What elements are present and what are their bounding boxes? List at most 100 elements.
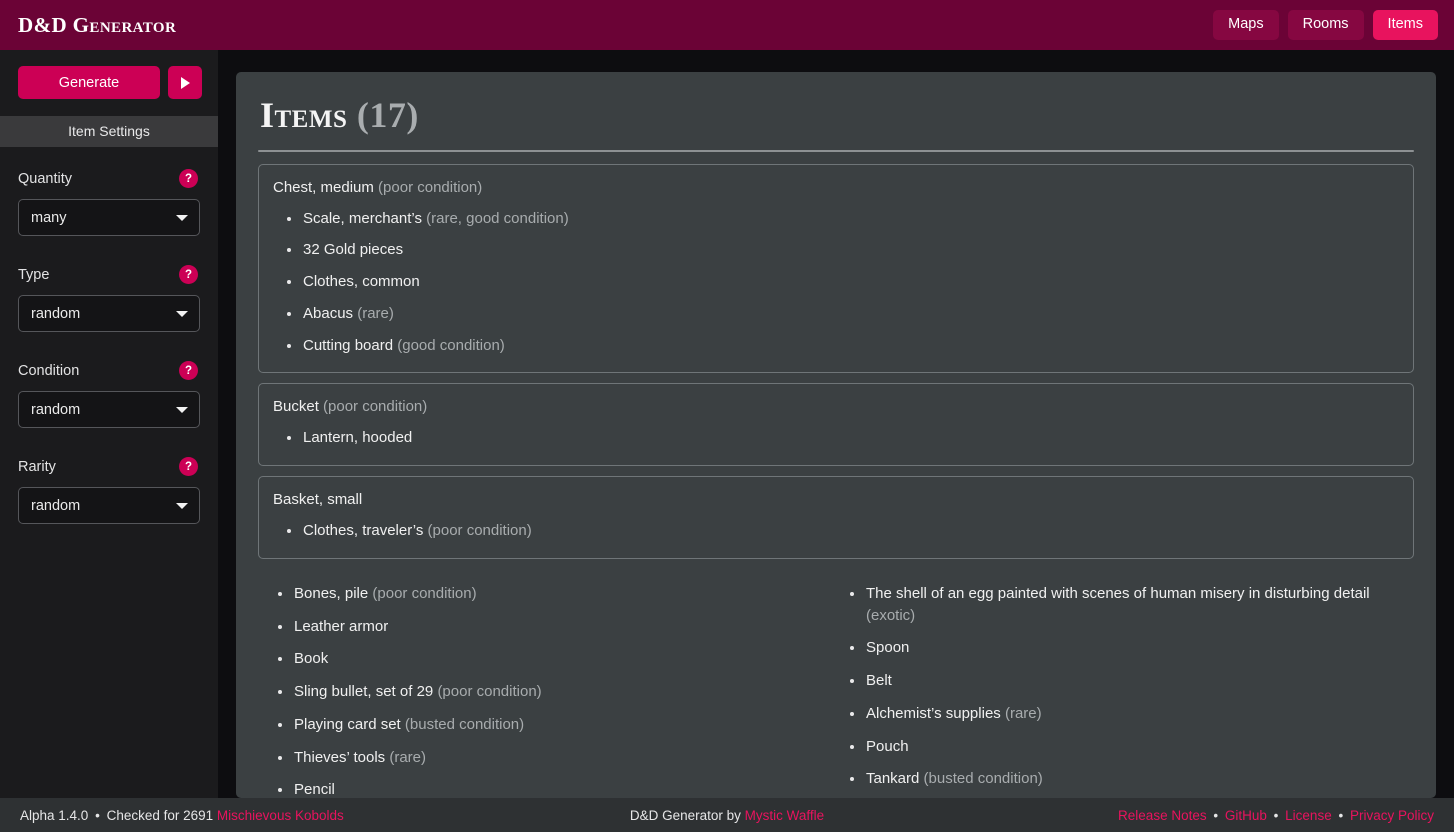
nav-button-items[interactable]: Items bbox=[1373, 10, 1438, 41]
container-title: Bucket (poor condition) bbox=[273, 396, 1399, 417]
container-contents-list: Scale, merchant’s (rare, good condition)… bbox=[273, 208, 1399, 357]
field-quantity: Quantity ? many bbox=[18, 169, 200, 236]
sidebar: Generate Item Settings Quantity ? many bbox=[0, 50, 218, 798]
item-name: Playing card set bbox=[294, 716, 401, 733]
list-item: Belt bbox=[836, 670, 1408, 692]
footer-left: Alpha 1.4.0 • Checked for 2691 Mischievo… bbox=[20, 808, 630, 823]
play-triangle-glyph bbox=[181, 77, 190, 89]
field-type-label: Type bbox=[18, 267, 49, 283]
type-select[interactable]: random bbox=[18, 295, 200, 332]
list-item: Sling bullet, set of 29 (poor condition) bbox=[264, 681, 836, 703]
help-icon-quantity[interactable]: ? bbox=[179, 169, 198, 188]
item-note: (poor condition) bbox=[437, 683, 541, 700]
footer-link-privacy-policy[interactable]: Privacy Policy bbox=[1350, 808, 1434, 823]
field-condition-label: Condition bbox=[18, 363, 79, 379]
field-rarity-label: Rarity bbox=[18, 459, 56, 475]
list-item: 32 Gold pieces bbox=[273, 239, 1399, 261]
items-panel: Items (17) Chest, medium (poor condition… bbox=[236, 72, 1436, 798]
list-item: Spoon bbox=[836, 637, 1408, 659]
item-name: Abacus bbox=[303, 305, 353, 322]
item-note: (poor condition) bbox=[372, 585, 476, 602]
list-item: Pencil bbox=[264, 779, 836, 798]
list-item: Tankard (busted condition) bbox=[836, 768, 1408, 790]
app-root: D&D Generator Maps Rooms Items Generate … bbox=[0, 0, 1454, 832]
item-name: Spoon bbox=[866, 639, 909, 656]
item-name: Chest, medium bbox=[273, 179, 374, 196]
list-item: Book bbox=[264, 648, 836, 670]
item-name: Basket, small bbox=[273, 491, 362, 508]
item-name: Clothes, traveler’s bbox=[303, 522, 423, 539]
footer-separator: • bbox=[1271, 808, 1282, 823]
quantity-select[interactable]: many bbox=[18, 199, 200, 236]
title-divider bbox=[258, 150, 1414, 152]
page-title-text: Items bbox=[260, 95, 347, 135]
body-wrapper: Generate Item Settings Quantity ? many bbox=[0, 50, 1454, 798]
nav-button-maps[interactable]: Maps bbox=[1213, 10, 1278, 41]
container-card-list: Chest, medium (poor condition) Scale, mer… bbox=[258, 164, 1414, 559]
loose-items-right-column: The shell of an egg painted with scenes … bbox=[836, 573, 1408, 798]
chevron-down-icon bbox=[176, 503, 188, 509]
footer-link-github[interactable]: GitHub bbox=[1225, 808, 1267, 823]
app-logo: D&D Generator bbox=[18, 13, 176, 38]
footer-separator: • bbox=[1210, 808, 1221, 823]
item-name: Cutting board bbox=[303, 337, 393, 354]
footer-version: Alpha 1.4.0 bbox=[20, 808, 88, 823]
settings-fields: Quantity ? many Type ? random bbox=[0, 147, 218, 553]
field-quantity-header: Quantity ? bbox=[18, 169, 200, 188]
item-name: Sling bullet, set of 29 bbox=[294, 683, 433, 700]
footer-kobolds-link[interactable]: Mischievous Kobolds bbox=[217, 808, 344, 823]
type-select-value: random bbox=[31, 306, 80, 322]
item-note: (poor condition) bbox=[428, 522, 532, 539]
items-count: (17) bbox=[357, 95, 419, 135]
footer-credit-label: D&D Generator by bbox=[630, 808, 741, 823]
list-item: Lantern, hooded bbox=[273, 427, 1399, 449]
help-icon-type[interactable]: ? bbox=[179, 265, 198, 284]
container-contents-list: Clothes, traveler’s (poor condition) bbox=[273, 520, 1399, 542]
item-note: (poor condition) bbox=[323, 398, 427, 415]
help-icon-rarity[interactable]: ? bbox=[179, 457, 198, 476]
nav-button-group: Maps Rooms Items bbox=[1213, 10, 1438, 41]
footer-checked-label: Checked for 2691 bbox=[107, 808, 214, 823]
item-name: Pencil bbox=[294, 781, 335, 798]
item-note: (busted condition) bbox=[405, 716, 524, 733]
container-title: Chest, medium (poor condition) bbox=[273, 177, 1399, 198]
chevron-down-icon bbox=[176, 311, 188, 317]
loose-items-right-list: The shell of an egg painted with scenes … bbox=[836, 583, 1408, 790]
item-note: (rare, good condition) bbox=[426, 210, 569, 227]
footer-separator: • bbox=[1335, 808, 1346, 823]
generate-button[interactable]: Generate bbox=[18, 66, 160, 99]
chevron-down-icon bbox=[176, 215, 188, 221]
footer-link-license[interactable]: License bbox=[1285, 808, 1332, 823]
list-item: Alchemist’s supplies (rare) bbox=[836, 703, 1408, 725]
item-note: (rare) bbox=[389, 749, 426, 766]
main-content-area: Items (17) Chest, medium (poor condition… bbox=[218, 50, 1454, 798]
quantity-select-value: many bbox=[31, 210, 66, 226]
item-note: (exotic) bbox=[866, 607, 915, 624]
field-type-header: Type ? bbox=[18, 265, 200, 284]
condition-select[interactable]: random bbox=[18, 391, 200, 428]
footer-separator: • bbox=[92, 808, 103, 823]
item-name: Bones, pile bbox=[294, 585, 368, 602]
generate-row: Generate bbox=[0, 50, 218, 116]
footer-right: Release Notes • GitHub • License • Priva… bbox=[824, 808, 1434, 823]
help-icon-condition[interactable]: ? bbox=[179, 361, 198, 380]
footer-mystic-waffle-link[interactable]: Mystic Waffle bbox=[745, 808, 825, 823]
item-note: (rare) bbox=[1005, 705, 1042, 722]
list-item: Clothes, common bbox=[273, 271, 1399, 293]
field-type: Type ? random bbox=[18, 265, 200, 332]
item-settings-header: Item Settings bbox=[0, 116, 218, 147]
footer-link-release-notes[interactable]: Release Notes bbox=[1118, 808, 1207, 823]
item-note: (poor condition) bbox=[378, 179, 482, 196]
rarity-select[interactable]: random bbox=[18, 487, 200, 524]
play-arrow-icon[interactable] bbox=[168, 66, 202, 99]
loose-items-left-list: Bones, pile (poor condition)Leather armo… bbox=[264, 583, 836, 798]
item-name: The shell of an egg painted with scenes … bbox=[866, 585, 1370, 602]
item-name: Lantern, hooded bbox=[303, 429, 412, 446]
item-name: Book bbox=[294, 650, 328, 667]
list-item: Playing card set (busted condition) bbox=[264, 714, 836, 736]
footer-center: D&D Generator by Mystic Waffle bbox=[630, 808, 824, 823]
list-item: Thieves’ tools (rare) bbox=[264, 747, 836, 769]
nav-button-rooms[interactable]: Rooms bbox=[1288, 10, 1364, 41]
top-navigation-bar: D&D Generator Maps Rooms Items bbox=[0, 0, 1454, 50]
rarity-select-value: random bbox=[31, 498, 80, 514]
